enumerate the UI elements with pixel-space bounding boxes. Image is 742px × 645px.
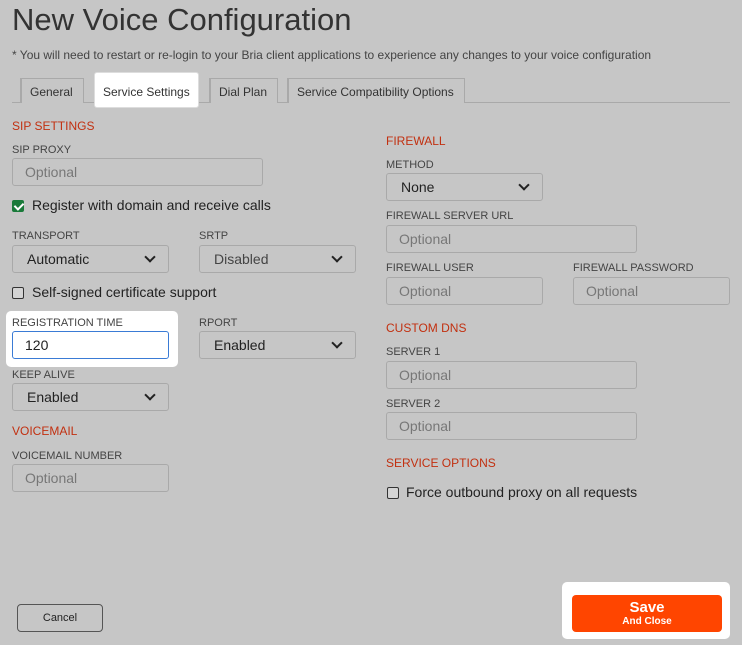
cancel-button[interactable]: Cancel xyxy=(17,604,103,632)
self-signed-checkbox-label: Self-signed certificate support xyxy=(32,284,217,300)
force-proxy-checkbox-label: Force outbound proxy on all requests xyxy=(406,484,638,500)
firewall-method-value: None xyxy=(401,179,435,195)
save-and-close-button[interactable]: Save And Close xyxy=(572,595,722,632)
firewall-password-label: FIREWALL PASSWORD xyxy=(573,262,694,274)
firewall-server-url-label: FIREWALL SERVER URL xyxy=(386,210,514,222)
transport-value: Automatic xyxy=(27,251,90,267)
firewall-password-input[interactable] xyxy=(573,277,730,305)
registration-time-input[interactable] xyxy=(12,331,169,359)
tab-service-settings[interactable]: Service Settings xyxy=(94,72,199,108)
dns-server1-label: SERVER 1 xyxy=(386,346,441,358)
firewall-user-label: FIREWALL USER xyxy=(386,262,474,274)
rport-select[interactable]: Enabled xyxy=(199,331,356,359)
voicemail-heading: VOICEMAIL xyxy=(12,424,78,438)
firewall-method-label: METHOD xyxy=(386,159,434,171)
dns-server1-input[interactable] xyxy=(386,361,637,389)
srtp-value: Disabled xyxy=(214,251,269,267)
registration-time-label: REGISTRATION TIME xyxy=(12,317,123,329)
restart-note: * You will need to restart or re-login t… xyxy=(12,48,652,62)
force-proxy-checkbox[interactable] xyxy=(387,487,399,499)
register-checkbox[interactable] xyxy=(12,200,24,212)
dns-server2-label: SERVER 2 xyxy=(386,398,441,410)
voicemail-number-input[interactable] xyxy=(12,464,169,492)
chevron-down-icon xyxy=(331,337,343,349)
chevron-down-icon xyxy=(331,251,343,263)
service-options-heading: SERVICE OPTIONS xyxy=(386,456,496,470)
rport-value: Enabled xyxy=(214,337,266,353)
chevron-down-icon xyxy=(518,179,530,191)
save-button-label: Save xyxy=(629,599,665,616)
save-button-sublabel: And Close xyxy=(622,616,672,627)
voicemail-number-label: VOICEMAIL NUMBER xyxy=(12,450,123,462)
tab-general[interactable]: General xyxy=(20,78,84,103)
firewall-server-url-input[interactable] xyxy=(386,225,637,253)
srtp-select[interactable]: Disabled xyxy=(199,245,356,273)
tab-bar: General Service Settings Dial Plan Servi… xyxy=(12,72,730,108)
tab-dial-plan[interactable]: Dial Plan xyxy=(209,78,279,103)
firewall-heading: FIREWALL xyxy=(386,134,446,148)
page-title: New Voice Configuration xyxy=(12,2,352,37)
transport-select[interactable]: Automatic xyxy=(12,245,169,273)
transport-label: TRANSPORT xyxy=(12,230,80,242)
dns-server2-input[interactable] xyxy=(386,412,637,440)
firewall-user-input[interactable] xyxy=(386,277,543,305)
chevron-down-icon xyxy=(144,389,156,401)
keep-alive-select[interactable]: Enabled xyxy=(12,383,169,411)
srtp-label: SRTP xyxy=(199,230,229,242)
chevron-down-icon xyxy=(144,251,156,263)
sip-settings-heading: SIP SETTINGS xyxy=(12,119,95,133)
sip-proxy-label: SIP PROXY xyxy=(12,144,72,156)
rport-label: RPORT xyxy=(199,317,238,329)
self-signed-checkbox[interactable] xyxy=(12,287,24,299)
custom-dns-heading: CUSTOM DNS xyxy=(386,321,467,335)
firewall-method-select[interactable]: None xyxy=(386,173,543,201)
tab-service-compatibility-options[interactable]: Service Compatibility Options xyxy=(287,78,465,103)
keep-alive-value: Enabled xyxy=(27,389,79,405)
keep-alive-label: KEEP ALIVE xyxy=(12,369,75,381)
register-checkbox-label: Register with domain and receive calls xyxy=(32,197,271,213)
sip-proxy-input[interactable] xyxy=(12,158,263,186)
